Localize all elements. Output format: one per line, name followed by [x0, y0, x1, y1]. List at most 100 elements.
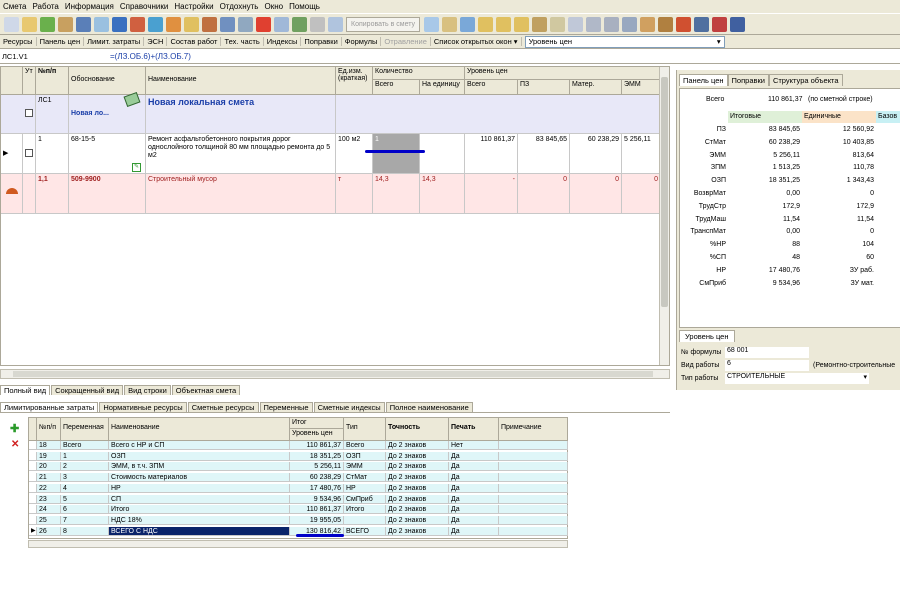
- menu-item-spravochniki[interactable]: Справочники: [117, 2, 171, 11]
- row2-qty-unit[interactable]: [420, 134, 465, 174]
- books2-icon[interactable]: [730, 16, 746, 32]
- bheader-var[interactable]: Переменная: [61, 418, 109, 441]
- row3-qty-unit[interactable]: 14,3: [420, 174, 465, 214]
- brow-type[interactable]: ВСЕГО: [344, 526, 386, 536]
- indexes-button[interactable]: Индексы: [264, 37, 302, 46]
- brow-print[interactable]: Нет: [449, 441, 499, 450]
- sheet3-icon[interactable]: [514, 16, 530, 32]
- columns-icon[interactable]: [622, 16, 638, 32]
- brow-print[interactable]: Да: [449, 462, 499, 472]
- tech-part-button[interactable]: Тех. часть: [221, 37, 264, 46]
- brow-var[interactable]: 3: [61, 473, 109, 483]
- sort-icon[interactable]: [292, 16, 307, 32]
- resources-button[interactable]: Ресурсы: [0, 37, 37, 46]
- tab-full-view[interactable]: Полный вид: [0, 385, 51, 395]
- menu-item-smeta[interactable]: Смета: [0, 2, 29, 11]
- brow-var[interactable]: 2: [61, 462, 109, 472]
- brow-num[interactable]: 23: [37, 494, 61, 504]
- tab-estimate-resources[interactable]: Сметные ресурсы: [187, 402, 259, 412]
- horizontal-scrollbar[interactable]: [0, 369, 670, 379]
- brow-precision[interactable]: До 2 знаков: [386, 505, 449, 515]
- brow-num[interactable]: 22: [37, 483, 61, 493]
- question-icon[interactable]: [148, 16, 163, 32]
- move-up-icon[interactable]: [274, 16, 289, 32]
- menu-item-okno[interactable]: Окно: [261, 2, 286, 11]
- open-windows-dropdown[interactable]: Список открытых окон ▾: [431, 37, 522, 46]
- brow-var[interactable]: 7: [61, 515, 109, 525]
- open-folder-icon[interactable]: [22, 16, 37, 32]
- tab-full-name[interactable]: Полное наименование: [385, 402, 473, 412]
- brow-note[interactable]: [499, 473, 568, 483]
- brow-var[interactable]: 5: [61, 494, 109, 504]
- brow-indicator[interactable]: [29, 473, 37, 483]
- brow-total[interactable]: 5 256,11: [290, 462, 344, 472]
- excavator-icon[interactable]: [658, 16, 674, 32]
- bheader-precision[interactable]: Точность: [386, 418, 449, 441]
- header-qty-total[interactable]: Всего: [373, 80, 420, 95]
- pile-icon[interactable]: [676, 16, 692, 32]
- cut-icon[interactable]: [310, 16, 325, 32]
- brow-indicator[interactable]: ▶: [29, 526, 37, 536]
- brow-name[interactable]: Стоимость материалов: [109, 473, 290, 483]
- tab-normative-resources[interactable]: Нормативные ресурсы: [99, 402, 187, 412]
- tab-short-view[interactable]: Сокращенный вид: [51, 385, 124, 395]
- bheader-print[interactable]: Печать: [449, 418, 499, 441]
- tab-limited-costs[interactable]: Лимитированные затраты: [0, 402, 99, 412]
- row2-name[interactable]: Ремонт асфальтобетонного покрытия дорог …: [146, 134, 336, 174]
- esn-button[interactable]: ЭСН: [144, 37, 168, 46]
- menu-item-otdohnut[interactable]: Отдохнуть: [217, 2, 262, 11]
- work-composition-button[interactable]: Состав работ: [167, 37, 222, 46]
- brow-num[interactable]: 25: [37, 515, 61, 525]
- row2-qty-input[interactable]: 1: [373, 134, 420, 174]
- brow-total[interactable]: 18 351,25: [290, 451, 344, 461]
- delete-icon[interactable]: ✕: [11, 439, 19, 450]
- brow-precision[interactable]: До 2 знаков: [386, 526, 449, 536]
- brow-type[interactable]: СтМат: [344, 473, 386, 483]
- brow-num[interactable]: 18: [37, 441, 61, 450]
- brow-precision[interactable]: До 2 знаков: [386, 441, 449, 450]
- transport-icon[interactable]: [220, 16, 235, 32]
- brow-type[interactable]: Всего: [344, 441, 386, 450]
- tab-price-panel[interactable]: Панель цен: [679, 74, 728, 86]
- bheader-note[interactable]: Примечание: [499, 418, 568, 441]
- hammer-icon[interactable]: [202, 16, 217, 32]
- brow-name[interactable]: ВСЕГО С НДС: [109, 526, 290, 536]
- brow-name[interactable]: Итого: [109, 505, 290, 515]
- brow-print[interactable]: Да: [449, 483, 499, 493]
- brow-precision[interactable]: До 2 знаков: [386, 483, 449, 493]
- row3-name[interactable]: Строительный мусор: [146, 174, 336, 214]
- shovel-icon[interactable]: [640, 16, 656, 32]
- price-level-select[interactable]: Уровень цен ▾: [524, 35, 725, 48]
- hscroll-thumb[interactable]: [13, 371, 653, 377]
- header-name[interactable]: Наименование: [146, 67, 336, 95]
- brow-num[interactable]: 20: [37, 462, 61, 472]
- brow-indicator[interactable]: [29, 451, 37, 461]
- brow-num[interactable]: 26: [37, 526, 61, 536]
- indent-icon[interactable]: [568, 16, 584, 32]
- brow-precision[interactable]: До 2 знаков: [386, 462, 449, 472]
- tab-price-level[interactable]: Уровень цен: [679, 330, 735, 342]
- brow-print[interactable]: Да: [449, 505, 499, 515]
- formulas-button[interactable]: Формулы: [342, 37, 382, 46]
- bheader-price-level[interactable]: Уровень цен: [290, 429, 344, 441]
- brow-total[interactable]: 110 861,37: [290, 441, 344, 450]
- brow-name[interactable]: ОЗП: [109, 451, 290, 461]
- header-pl-mat[interactable]: Матер.: [570, 80, 622, 95]
- formula-input[interactable]: =(ЛЗ.ОБ.6)+(ЛЗ.ОБ.7): [110, 52, 191, 61]
- excel-icon[interactable]: [40, 16, 55, 32]
- header-pl-emm[interactable]: ЭММ: [622, 80, 661, 95]
- brow-num[interactable]: 19: [37, 451, 61, 461]
- brow-var[interactable]: 1: [61, 451, 109, 461]
- work-type-field[interactable]: 6: [725, 360, 809, 371]
- brow-total[interactable]: 19 955,05: [290, 515, 344, 525]
- work-kind-select[interactable]: СТРОИТЕЛЬНЫЕ ▾: [725, 373, 869, 384]
- row3-indicator[interactable]: [1, 174, 23, 214]
- brow-var[interactable]: 6: [61, 505, 109, 515]
- brow-var[interactable]: 8: [61, 526, 109, 536]
- tab-variables[interactable]: Переменные: [259, 402, 313, 412]
- brow-total[interactable]: 110 861,37: [290, 505, 344, 515]
- brow-note[interactable]: [499, 526, 568, 536]
- tab-object-estimate[interactable]: Объектная смета: [171, 385, 241, 395]
- truck-icon[interactable]: [238, 16, 253, 32]
- outdent-icon[interactable]: [586, 16, 602, 32]
